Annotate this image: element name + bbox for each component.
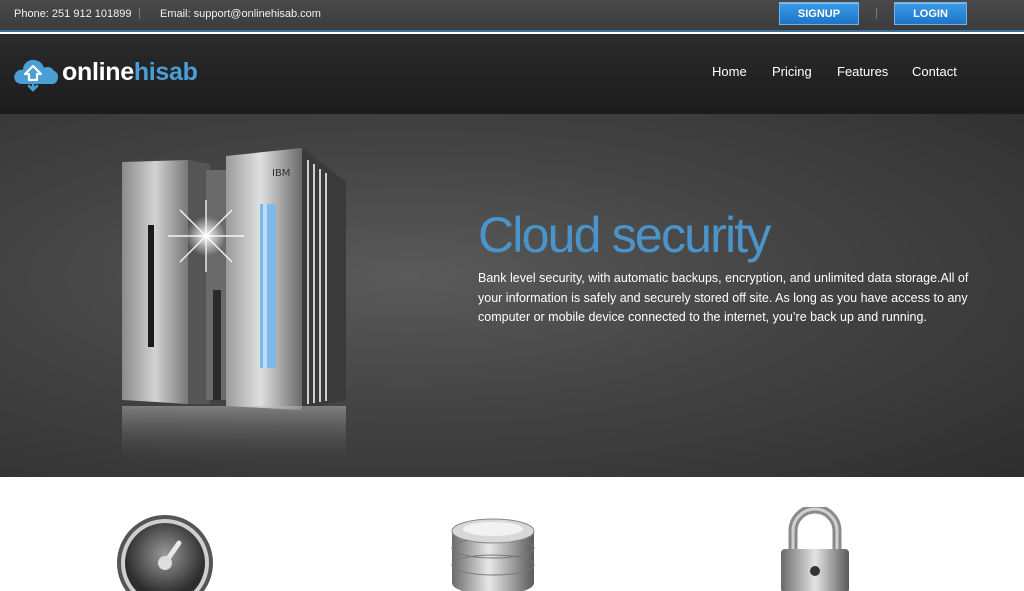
server-image: IBM [122, 148, 346, 466]
support-email[interactable]: Email: support@onlinehisab.com [160, 8, 321, 20]
logo-text: onlinehisab [62, 58, 198, 87]
top-bar: Phone: 251 912 101899 Email: support@onl… [0, 0, 1024, 32]
site-logo[interactable]: onlinehisab [12, 52, 198, 92]
logo-text-online: online [62, 57, 134, 86]
site-header: onlinehisab Home Pricing Features Contac… [0, 34, 1024, 114]
login-button[interactable]: LOGIN [894, 2, 967, 25]
divider [876, 8, 877, 19]
nav-home[interactable]: Home [712, 64, 747, 79]
hero-description: Bank level security, with automatic back… [478, 271, 969, 324]
logo-text-hisab: hisab [133, 57, 198, 86]
database-icon [451, 518, 535, 591]
server-brand-label: IBM [272, 168, 290, 179]
padlock-icon [781, 507, 849, 591]
speedometer-icon [117, 515, 213, 591]
cloud-upload-icon [14, 59, 58, 92]
signup-button[interactable]: SIGNUP [779, 2, 859, 25]
features-section [0, 477, 1024, 591]
phone-number: Phone: 251 912 101899 [14, 8, 132, 20]
divider [139, 8, 140, 19]
hero-title: Cloud security [478, 207, 771, 263]
nav-pricing[interactable]: Pricing [772, 64, 812, 79]
nav-contact[interactable]: Contact [912, 64, 957, 79]
nav-features[interactable]: Features [837, 64, 888, 79]
hero-section: IBM Cloud security Bank level security, … [0, 114, 1024, 477]
